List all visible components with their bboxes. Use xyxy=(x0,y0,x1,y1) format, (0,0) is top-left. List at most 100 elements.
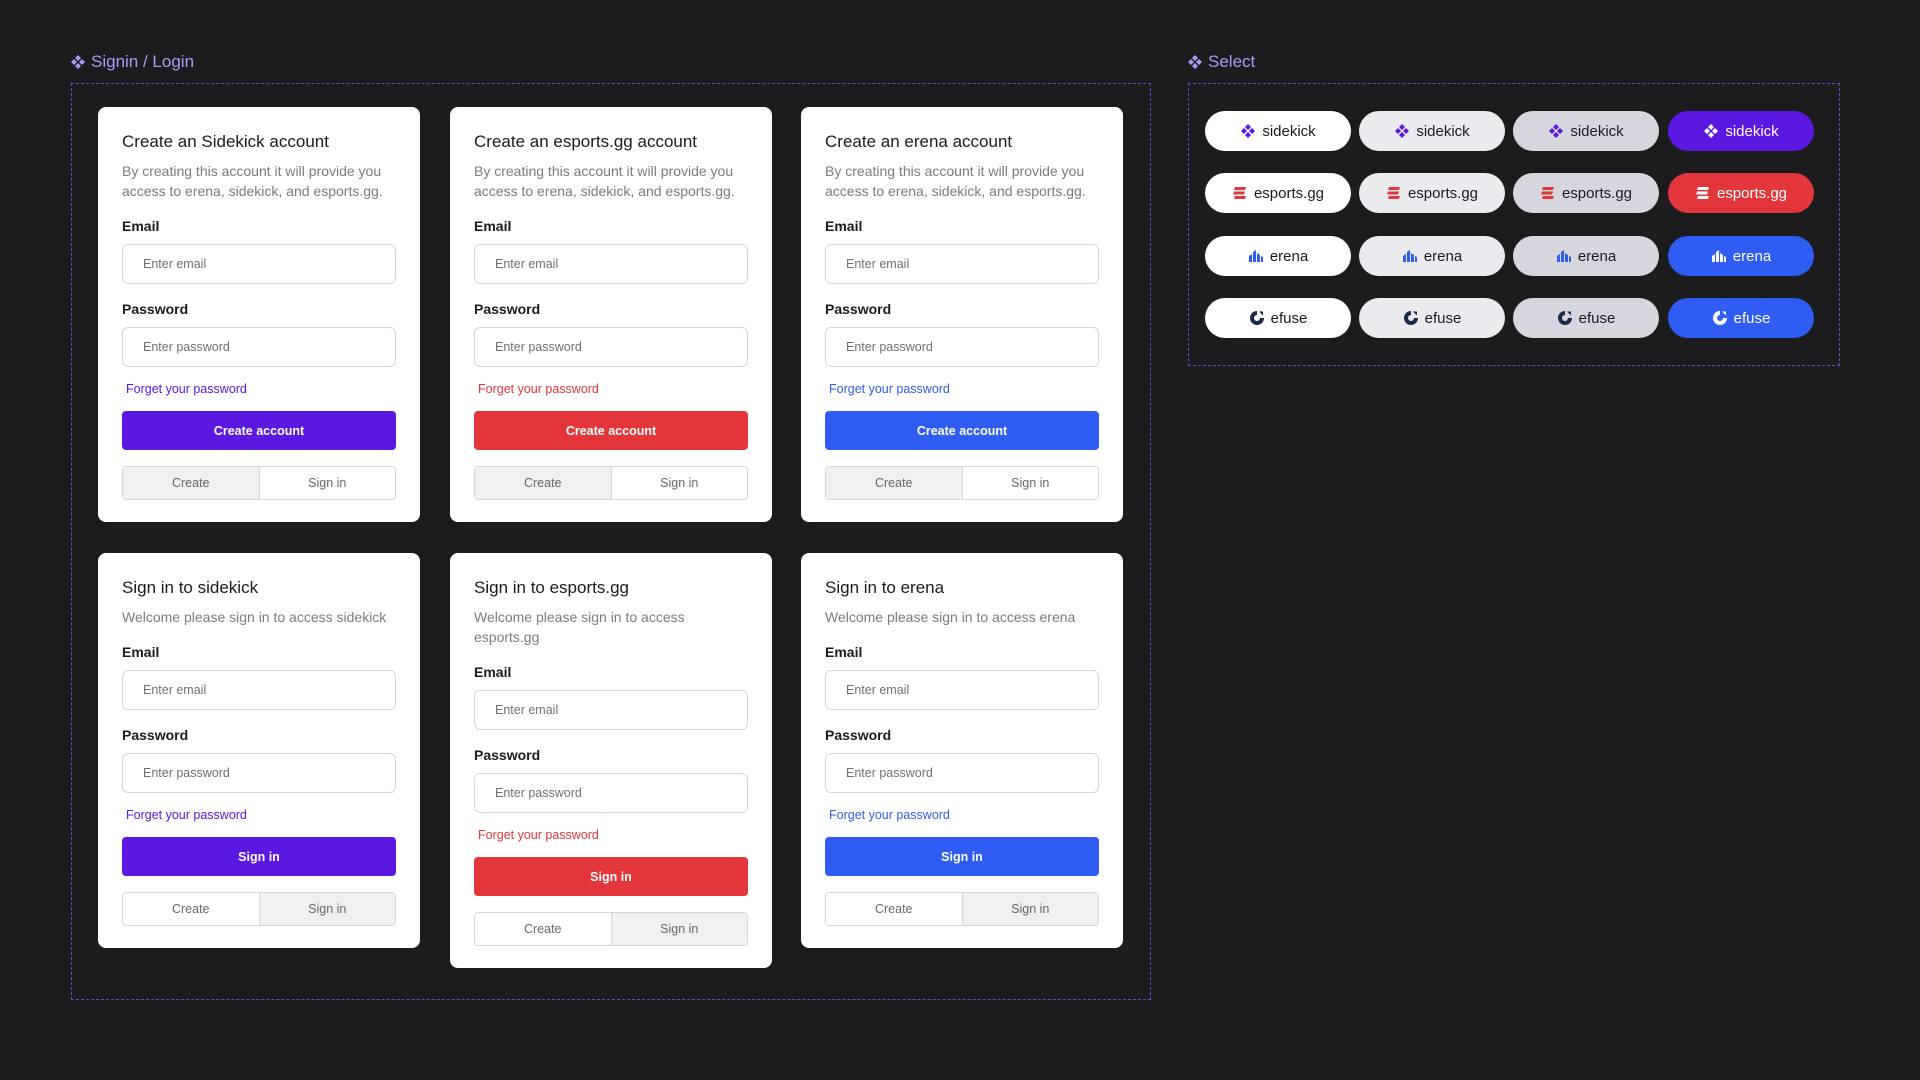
select-erena-default[interactable]: erena xyxy=(1205,236,1351,276)
select-erena-selected[interactable]: erena xyxy=(1668,236,1814,276)
forgot-password-link[interactable]: Forget your password xyxy=(829,807,1099,823)
create-account-button[interactable]: Create account xyxy=(122,411,396,450)
password-label: Password xyxy=(474,747,541,763)
card-title: Create an erena account xyxy=(825,132,1013,151)
toggle-create[interactable]: Create xyxy=(826,893,962,925)
select-sidekick-selected[interactable]: sidekick xyxy=(1668,111,1814,151)
signin-card-sidekick: Sign in to sidekick Welcome please sign … xyxy=(98,553,420,948)
sign-in-button[interactable]: Sign in xyxy=(474,857,748,896)
pill-label: erena xyxy=(1423,247,1463,265)
forgot-password-link[interactable]: Forget your password xyxy=(126,807,396,823)
efuse-logo-icon xyxy=(1557,311,1572,325)
password-label: Password xyxy=(122,301,189,317)
toggle-signin[interactable]: Sign in xyxy=(610,467,748,499)
toggle-create[interactable]: Create xyxy=(123,893,259,925)
toggle-create[interactable]: Create xyxy=(123,467,259,499)
forgot-password-link[interactable]: Forget your password xyxy=(478,827,748,843)
section-title-login-label: Signin / Login xyxy=(91,52,195,71)
esports-logo-icon xyxy=(1695,187,1709,199)
signin-card-erena: Sign in to erena Welcome please sign in … xyxy=(801,553,1123,948)
card-title: Sign in to erena xyxy=(825,578,945,597)
password-input[interactable]: Enter password xyxy=(122,753,396,793)
pill-label: efuse xyxy=(1578,309,1616,327)
pill-label: efuse xyxy=(1270,309,1308,327)
password-label: Password xyxy=(474,301,541,317)
select-efuse-pressed[interactable]: efuse xyxy=(1513,298,1659,338)
toggle-create[interactable]: Create xyxy=(826,467,962,499)
email-label: Email xyxy=(474,218,512,234)
erena-logo-icon xyxy=(1248,250,1263,262)
toggle-signin[interactable]: Sign in xyxy=(258,893,395,925)
create-signin-toggle: Create Sign in xyxy=(474,912,748,946)
efuse-logo-icon xyxy=(1712,311,1727,325)
create-signin-toggle: Create Sign in xyxy=(825,892,1099,926)
forgot-password-link[interactable]: Forget your password xyxy=(478,381,748,397)
erena-logo-icon xyxy=(1711,250,1726,262)
select-efuse-default[interactable]: efuse xyxy=(1205,298,1351,338)
email-label: Email xyxy=(474,664,512,680)
card-title: Create an esports.gg account xyxy=(474,132,698,151)
toggle-signin[interactable]: Sign in xyxy=(961,467,1099,499)
card-description: By creating this account it will provide… xyxy=(122,163,383,199)
select-sidekick-hover[interactable]: sidekick xyxy=(1359,111,1505,151)
toggle-signin[interactable]: Sign in xyxy=(961,893,1098,925)
email-input[interactable]: Enter email xyxy=(825,244,1099,284)
select-erena-pressed[interactable]: erena xyxy=(1513,236,1659,276)
toggle-signin[interactable]: Sign in xyxy=(258,467,396,499)
select-esports-selected[interactable]: esports.gg xyxy=(1668,173,1814,213)
create-signin-toggle: Create Sign in xyxy=(825,466,1099,500)
card-description: Welcome please sign in to access sidekic… xyxy=(122,609,387,625)
email-input[interactable]: Enter email xyxy=(825,670,1099,710)
select-sidekick-default[interactable]: sidekick xyxy=(1205,111,1351,151)
create-signin-toggle: Create Sign in xyxy=(474,466,748,500)
select-efuse-hover[interactable]: efuse xyxy=(1359,298,1505,338)
email-label: Email xyxy=(122,218,160,234)
password-input[interactable]: Enter password xyxy=(474,327,748,367)
pill-label: erena xyxy=(1732,247,1772,265)
sidekick-logo-icon xyxy=(1549,124,1564,138)
erena-logo-icon xyxy=(1402,250,1417,262)
pill-label: sidekick xyxy=(1416,122,1470,140)
email-input[interactable]: Enter email xyxy=(474,244,748,284)
sidekick-logo-icon xyxy=(1704,124,1719,138)
email-label: Email xyxy=(825,644,863,660)
pill-label: efuse xyxy=(1424,309,1462,327)
pill-label: esports.gg xyxy=(1407,184,1479,202)
email-input[interactable]: Enter email xyxy=(122,244,396,284)
esports-logo-icon xyxy=(1232,187,1246,199)
select-efuse-selected[interactable]: efuse xyxy=(1668,298,1814,338)
password-label: Password xyxy=(825,727,892,743)
password-input[interactable]: Enter password xyxy=(474,773,748,813)
section-title-select-label: Select xyxy=(1208,52,1256,71)
pill-label: esports.gg xyxy=(1253,184,1325,202)
create-card-erena: Create an erena account By creating this… xyxy=(801,107,1123,522)
select-sidekick-pressed[interactable]: sidekick xyxy=(1513,111,1659,151)
sign-in-button[interactable]: Sign in xyxy=(825,837,1099,876)
forgot-password-link[interactable]: Forget your password xyxy=(829,381,1099,397)
section-title-select: Select xyxy=(1188,52,1255,72)
card-description: Welcome please sign in to access esports… xyxy=(474,609,685,645)
component-diamond-icon xyxy=(71,55,85,69)
toggle-create[interactable]: Create xyxy=(475,467,611,499)
card-description: By creating this account it will provide… xyxy=(825,163,1086,199)
email-input[interactable]: Enter email xyxy=(122,670,396,710)
forgot-password-link[interactable]: Forget your password xyxy=(126,381,396,397)
create-card-sidekick: Create an Sidekick account By creating t… xyxy=(98,107,420,522)
create-account-button[interactable]: Create account xyxy=(474,411,748,450)
create-account-button[interactable]: Create account xyxy=(825,411,1099,450)
toggle-signin[interactable]: Sign in xyxy=(610,913,747,945)
card-title: Create an Sidekick account xyxy=(122,132,329,151)
email-input[interactable]: Enter email xyxy=(474,690,748,730)
sign-in-button[interactable]: Sign in xyxy=(122,837,396,876)
toggle-create[interactable]: Create xyxy=(475,913,611,945)
password-input[interactable]: Enter password xyxy=(122,327,396,367)
password-input[interactable]: Enter password xyxy=(825,327,1099,367)
select-erena-hover[interactable]: erena xyxy=(1359,236,1505,276)
card-description: By creating this account it will provide… xyxy=(474,163,735,199)
select-esports-hover[interactable]: esports.gg xyxy=(1359,173,1505,213)
select-esports-pressed[interactable]: esports.gg xyxy=(1513,173,1659,213)
password-input[interactable]: Enter password xyxy=(825,753,1099,793)
select-esports-default[interactable]: esports.gg xyxy=(1205,173,1351,213)
email-label: Email xyxy=(825,218,863,234)
pill-label: erena xyxy=(1269,247,1309,265)
